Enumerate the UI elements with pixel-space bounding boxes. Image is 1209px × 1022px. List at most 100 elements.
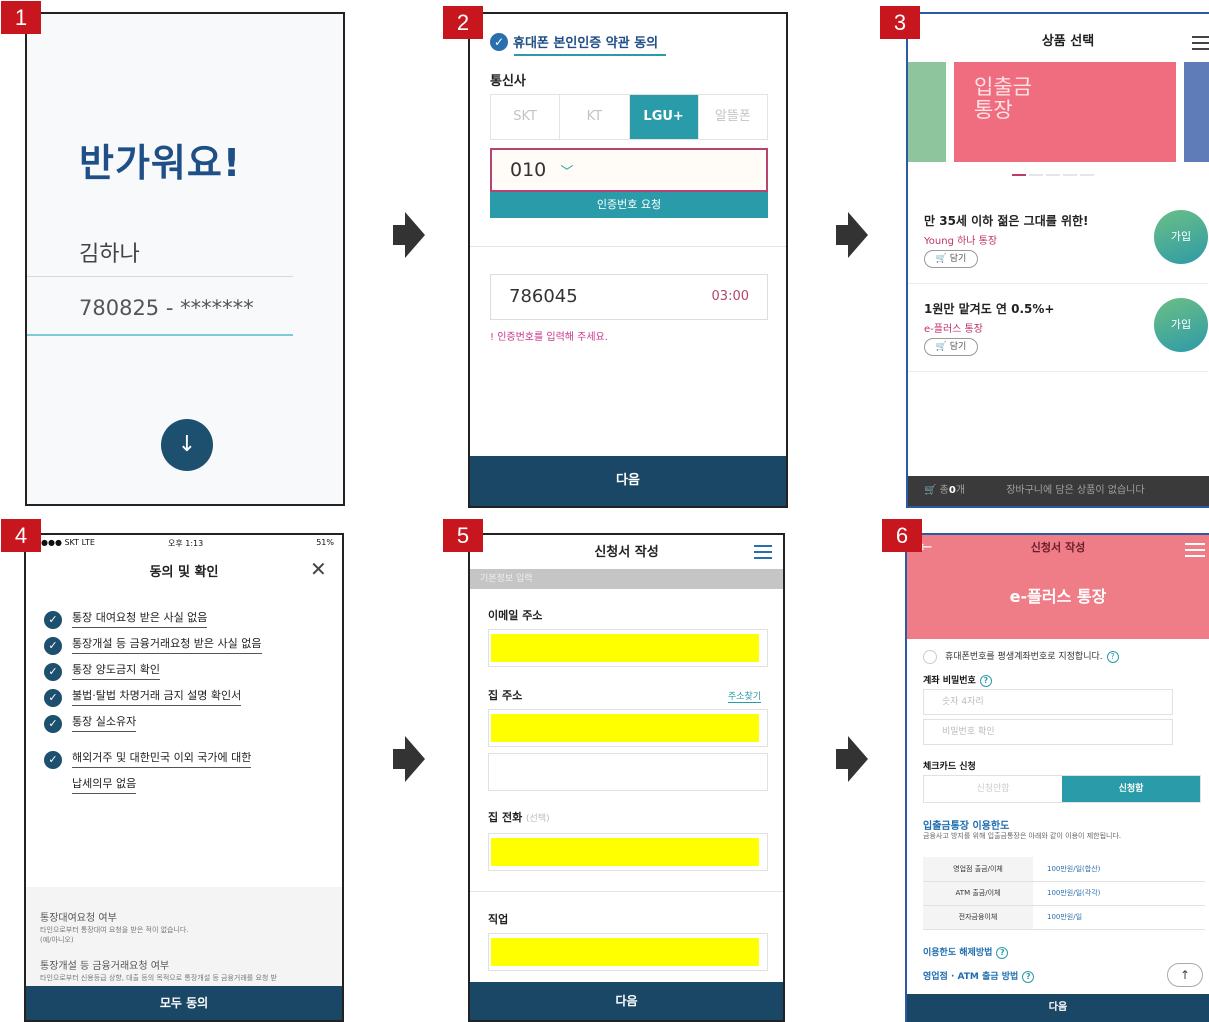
limit-release-link[interactable]: 이용한도 해제방법?: [923, 945, 1009, 959]
carrier-kt[interactable]: KT: [560, 95, 630, 139]
card-no-option[interactable]: 신청안함: [924, 776, 1062, 802]
help-icon[interactable]: ?: [1106, 651, 1119, 663]
verification-code-input[interactable]: 786045 03:00: [490, 274, 768, 320]
resident-number-field[interactable]: 780825 - *******: [79, 296, 254, 320]
carrier-selector: SKT KT LGU+ 알뜰폰: [490, 94, 768, 140]
lifetime-account-option[interactable]: 휴대폰번호를 평생계좌번호로 지정합니다.?: [923, 649, 1119, 664]
help-icon[interactable]: ?: [1022, 971, 1035, 983]
code-hint: ! 인증번호를 입력해 주세요.: [490, 332, 608, 343]
agreement-item[interactable]: ✓ 통장개설 등 금융거래요청 받은 사실 없음: [44, 637, 262, 655]
underline: [514, 54, 666, 56]
carrier-label: 통신사: [490, 74, 526, 89]
scroll-top-icon[interactable]: ↑: [1167, 963, 1203, 987]
agreement-details: 통장대여요청 여부 타인으로부터 통장대여 요청을 받은 적이 없습니다. (예…: [26, 887, 342, 987]
flow-arrow-icon: [836, 212, 870, 258]
page-title: 신청서 작성: [594, 545, 659, 560]
countdown-timer: 03:00: [711, 289, 749, 304]
page-title: 동의 및 확인: [149, 565, 219, 580]
card-yes-option[interactable]: 신청함: [1062, 776, 1200, 802]
carrier-skt[interactable]: SKT: [491, 95, 561, 139]
product-name: e-플러스 통장: [924, 324, 983, 335]
address-field[interactable]: [488, 709, 768, 747]
limit-description: 금융사고 방지를 위해 입출금통장은 아래와 같이 이용이 제한됩니다.: [923, 832, 1122, 840]
check-card-toggle: 신청안함 신청함: [923, 775, 1201, 803]
check-icon: ✓: [44, 637, 62, 655]
product-select-screen: 상품 선택 입출금 통장 만 35세 이하 젊은 그대를 위한! Young 하…: [906, 12, 1209, 508]
product-name: Young 하나 통장: [924, 236, 998, 247]
carousel-card[interactable]: [908, 62, 946, 162]
product-headline: 만 35세 이하 젊은 그대를 위한!: [924, 214, 1089, 228]
agreement-item[interactable]: ✓ 통장 대여요청 받은 사실 없음: [44, 611, 208, 629]
step-number: 6: [882, 519, 922, 552]
password-label: 계좌 비밀번호?: [923, 673, 992, 687]
agreement-item[interactable]: ✓ 불법·탈법 차명거래 금지 설명 확인서: [44, 689, 242, 707]
limit-title: 입출금통장 이용한도: [923, 821, 1010, 832]
password-input[interactable]: 숫자 4자리: [923, 689, 1173, 715]
carousel-card[interactable]: [1184, 62, 1209, 162]
carousel-card[interactable]: 입출금 통장: [954, 62, 1176, 162]
agreement-item[interactable]: ✓ 해외거주 및 대한민국 이외 국가에 대한 납세의무 없음: [44, 751, 252, 794]
email-field[interactable]: [488, 629, 768, 667]
agreement-item[interactable]: ✓ 통장 양도금지 확인: [44, 663, 160, 681]
job-field[interactable]: [488, 933, 768, 971]
arrow-down-icon[interactable]: ↓: [161, 419, 213, 471]
request-code-button[interactable]: 인증번호 요청: [490, 192, 768, 218]
check-icon: ✓: [44, 689, 62, 707]
chevron-down-icon: ﹀: [560, 165, 574, 180]
join-button[interactable]: 가입: [1154, 210, 1208, 264]
phone-prefix-select[interactable]: 010 ﹀: [490, 148, 768, 192]
carousel-indicator: [1012, 174, 1094, 176]
name-field[interactable]: 김하나: [79, 236, 140, 268]
step-number: 1: [1, 1, 41, 34]
account-setup-screen: ← 신청서 작성 e-플러스 통장 휴대폰번호를 평생계좌번호로 지정합니다.?…: [905, 533, 1209, 1022]
page-title: 상품 선택: [1041, 34, 1095, 49]
welcome-screen: 반가워요! 김하나 780825 - ******* ↓: [25, 12, 345, 506]
agreement-item[interactable]: ✓ 통장 실소유자: [44, 715, 137, 733]
terms-agreement[interactable]: ✓ 휴대폰 본인인증 약관 동의: [490, 32, 658, 51]
menu-icon[interactable]: [1192, 36, 1209, 54]
divider: [27, 334, 293, 336]
page-title: 신청서 작성: [1030, 541, 1086, 554]
job-label: 직업: [488, 913, 509, 926]
step-number: 3: [880, 6, 920, 39]
section-header: 기본정보 입력: [470, 569, 783, 589]
table-row: 영업점 출금/이체 100만원/일(합산): [923, 857, 1205, 882]
welcome-heading: 반가워요!: [79, 141, 242, 185]
flow-arrow-icon: [393, 212, 427, 258]
table-row: ATM 출금/이체 100만원/일(각각): [923, 881, 1205, 906]
join-button[interactable]: 가입: [1154, 298, 1208, 352]
cart-add-button[interactable]: 🛒 담기: [924, 338, 978, 356]
carrier-mvno[interactable]: 알뜰폰: [699, 95, 767, 139]
check-icon: ✓: [44, 751, 62, 769]
find-address-link[interactable]: 주소찾기: [728, 689, 762, 703]
next-button[interactable]: 다음: [470, 456, 786, 506]
help-icon[interactable]: ?: [979, 675, 992, 687]
flow-arrow-icon: [836, 736, 870, 782]
cart-icon: 🛒: [924, 485, 937, 496]
check-icon: ✓: [44, 663, 62, 681]
check-card-label: 체크카드 신청: [923, 762, 976, 772]
next-button[interactable]: 다음: [907, 994, 1209, 1022]
list-item: 만 35세 이하 젊은 그대를 위한! Young 하나 통장 🛒 담기 가입: [908, 196, 1208, 284]
home-phone-field[interactable]: [488, 833, 768, 871]
cart-bar[interactable]: 🛒 총0개 장바구니에 담은 상품이 없습니다: [908, 476, 1209, 506]
agree-all-button[interactable]: 모두 동의: [26, 986, 342, 1020]
address-detail-field[interactable]: [488, 753, 768, 791]
check-icon: ✓: [490, 32, 508, 51]
step-number: 5: [443, 519, 483, 552]
menu-icon[interactable]: [1185, 543, 1205, 561]
help-icon[interactable]: ?: [996, 947, 1009, 959]
carrier-lgu[interactable]: LGU+: [629, 95, 699, 139]
close-icon[interactable]: ✕: [310, 557, 327, 581]
check-icon: [923, 649, 937, 664]
product-name: e-플러스 통장: [1009, 587, 1107, 606]
cart-add-button[interactable]: 🛒 담기: [924, 250, 978, 268]
next-button[interactable]: 다음: [470, 982, 783, 1020]
card-title: 입출금 통장: [974, 75, 1032, 122]
password-confirm-input[interactable]: 비밀번호 확인: [923, 719, 1173, 745]
email-label: 이메일 주소: [488, 609, 543, 622]
atm-method-link[interactable]: 영업점 · ATM 출금 방법?: [923, 969, 1035, 983]
cart-message: 장바구니에 담은 상품이 없습니다: [1006, 485, 1145, 496]
menu-icon[interactable]: [754, 545, 772, 563]
status-bar: ●●●● SKT LTE 오후 1:13 51%: [34, 538, 334, 548]
